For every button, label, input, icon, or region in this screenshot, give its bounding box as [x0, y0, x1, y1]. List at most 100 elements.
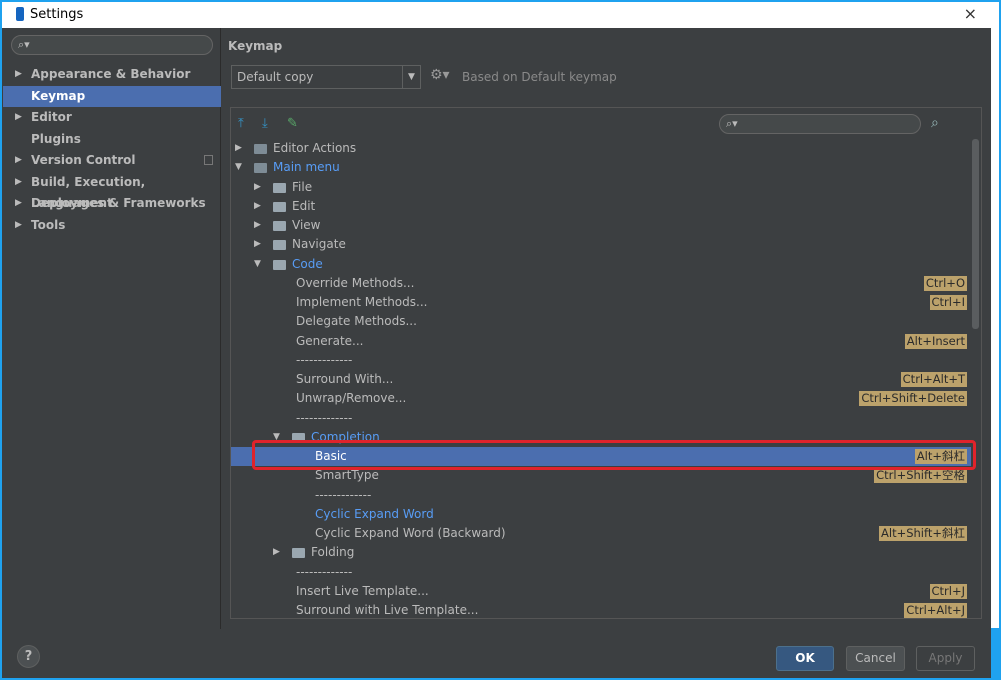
tree-row[interactable]: ▼ Code	[231, 255, 971, 274]
tree-row-label: Generate...	[296, 333, 364, 348]
help-button[interactable]: ?	[17, 645, 40, 668]
settings-sidebar: ⌕▾ ▶ Appearance & Behavior Keymap ▶ Editor Pl…	[3, 28, 221, 629]
chevron-right-icon[interactable]: ▶	[254, 197, 264, 216]
chevron-right-icon[interactable]: ▶	[254, 216, 264, 235]
tree-scrollbar[interactable]	[972, 139, 979, 329]
ok-button[interactable]: OK	[776, 646, 834, 671]
chevron-down-icon[interactable]: ▼	[235, 158, 245, 177]
apply-button[interactable]: Apply	[916, 646, 975, 671]
tree-row-label: Editor Actions	[273, 141, 357, 155]
tree-row[interactable]: -------------	[231, 486, 971, 505]
keymap-dropdown[interactable]: Default copy ▼	[231, 65, 421, 89]
based-on-text: Based on Default keymap	[462, 70, 617, 84]
sidebar-item-languages-frameworks[interactable]: ▶ Languages & Frameworks	[3, 193, 221, 215]
tree-row-label: -------------	[296, 352, 353, 367]
window-edge-inner	[991, 28, 999, 628]
tree-row-label: View	[292, 218, 321, 232]
sidebar-item-label: Keymap	[31, 88, 86, 103]
close-icon[interactable]: ×	[964, 4, 977, 23]
shortcut-badge: Ctrl+Alt+J	[904, 603, 967, 618]
keymap-search-input[interactable]: ⌕▾	[719, 114, 921, 134]
tree-row[interactable]: Implement Methods... Ctrl+I	[231, 293, 971, 312]
chevron-right-icon[interactable]: ▶	[15, 150, 22, 171]
sidebar-item-version-control[interactable]: ▶ Version Control	[3, 150, 221, 172]
window-title: Settings	[30, 7, 84, 22]
search-icon: ⌕▾	[18, 38, 30, 51]
tree-row[interactable]: Insert Live Template... Ctrl+J	[231, 582, 971, 601]
chevron-down-icon[interactable]: ▼	[402, 66, 420, 88]
tree-row[interactable]: Delegate Methods...	[231, 312, 971, 331]
tree-row[interactable]: ▼ Main menu	[231, 158, 971, 177]
find-by-shortcut-icon[interactable]: ⌕	[931, 115, 939, 131]
chevron-right-icon[interactable]: ▶	[235, 139, 245, 158]
tree-row-label: Main menu	[273, 160, 340, 175]
tree-row[interactable]: ▶ Editor Actions	[231, 139, 971, 158]
shortcut-badge: Ctrl+J	[929, 583, 967, 599]
tree-row[interactable]: Generate... Alt+Insert	[231, 332, 971, 351]
project-settings-icon	[204, 155, 213, 165]
tree-row-label: File	[292, 179, 313, 194]
tree-row[interactable]: Override Methods... Ctrl+O	[231, 274, 971, 293]
sidebar-item-build-execution-deployment[interactable]: ▶ Build, Execution, Deployment	[3, 172, 221, 210]
tree-row[interactable]: ▶ Folding	[231, 543, 971, 562]
tree-row-label: Implement Methods...	[296, 295, 428, 309]
chevron-right-icon[interactable]: ▶	[254, 235, 264, 254]
tree-row[interactable]: ▶ View	[231, 216, 971, 235]
tree-row-label: Surround With...	[296, 372, 394, 386]
tree-row-label: Cyclic Expand Word (Backward)	[315, 526, 506, 540]
sidebar-item-keymap[interactable]: Keymap	[3, 85, 221, 107]
chevron-right-icon[interactable]: ▶	[15, 193, 22, 214]
sidebar-item-editor[interactable]: ▶ Editor	[3, 107, 221, 129]
tree-row[interactable]: Surround With... Ctrl+Alt+T	[231, 370, 971, 389]
chevron-right-icon[interactable]: ▶	[15, 107, 22, 128]
sidebar-item-appearance-behavior[interactable]: ▶ Appearance & Behavior	[3, 64, 221, 86]
sidebar-item-tools[interactable]: ▶ Tools	[3, 215, 221, 237]
tree-row[interactable]: Unwrap/Remove... Ctrl+Shift+Delete	[231, 389, 971, 408]
keymap-dropdown-value: Default copy	[237, 70, 314, 84]
page-title: Keymap	[228, 39, 283, 53]
sidebar-item-label: Tools	[31, 217, 66, 232]
shortcut-badge: Ctrl+Shift+空格	[874, 468, 967, 484]
tree-row[interactable]: Surround with Live Template... Ctrl+Alt+J	[231, 601, 971, 618]
folder-icon	[292, 548, 305, 559]
chevron-right-icon[interactable]: ▶	[15, 172, 22, 193]
shortcut-badge: Ctrl+Shift+Delete	[859, 391, 967, 407]
tree-row[interactable]: Cyclic Expand Word (Backward) Alt+Shift+斜…	[231, 524, 971, 543]
tree-row[interactable]: Cyclic Expand Word	[231, 505, 971, 524]
tree-row-label: Edit	[292, 198, 316, 213]
tree-row[interactable]: ▶ Navigate	[231, 235, 971, 254]
chevron-down-icon[interactable]: ▼	[254, 255, 264, 274]
folder-icon	[273, 201, 286, 212]
tree-row[interactable]: -------------	[231, 351, 971, 370]
tree-row-label: -------------	[315, 487, 372, 502]
tree-row-label: Cyclic Expand Word	[315, 506, 434, 521]
edit-pencil-icon[interactable]: ✎	[287, 116, 298, 131]
folder-icon	[254, 163, 267, 174]
tree-row[interactable]: ▶ File	[231, 178, 971, 197]
expand-all-icon[interactable]: ⤒	[238, 116, 244, 131]
sidebar-item-label: Appearance & Behavior	[31, 67, 191, 81]
tree-row-label: -------------	[296, 564, 353, 579]
chevron-right-icon[interactable]: ▶	[15, 215, 22, 236]
collapse-all-icon[interactable]: ⤓	[262, 116, 268, 131]
cancel-button[interactable]: Cancel	[846, 646, 905, 671]
chevron-right-icon[interactable]: ▶	[273, 543, 283, 562]
sidebar-item-label: Editor	[31, 110, 72, 124]
folder-icon	[254, 144, 267, 154]
tree-row[interactable]: -------------	[231, 563, 971, 582]
shortcut-badge: Ctrl+Alt+T	[900, 372, 967, 387]
tree-row[interactable]: -------------	[231, 409, 971, 428]
shortcut-badge: Alt+Insert	[904, 333, 967, 349]
tree-row[interactable]: ▶ Edit	[231, 197, 971, 216]
settings-search-input[interactable]: ⌕▾	[11, 35, 213, 55]
tree-row-label: Navigate	[292, 237, 346, 252]
tree-row-label: Unwrap/Remove...	[296, 391, 407, 406]
tree-row-label: Surround with Live Template...	[296, 603, 479, 617]
chevron-right-icon[interactable]: ▶	[254, 178, 264, 197]
sidebar-item-plugins[interactable]: Plugins	[3, 129, 221, 151]
chevron-right-icon[interactable]: ▶	[15, 64, 22, 85]
sidebar-item-label: Plugins	[31, 131, 81, 146]
folder-icon	[273, 259, 286, 270]
gear-icon[interactable]: ⚙▾	[430, 67, 450, 83]
sidebar-item-label: Version Control	[31, 153, 136, 167]
